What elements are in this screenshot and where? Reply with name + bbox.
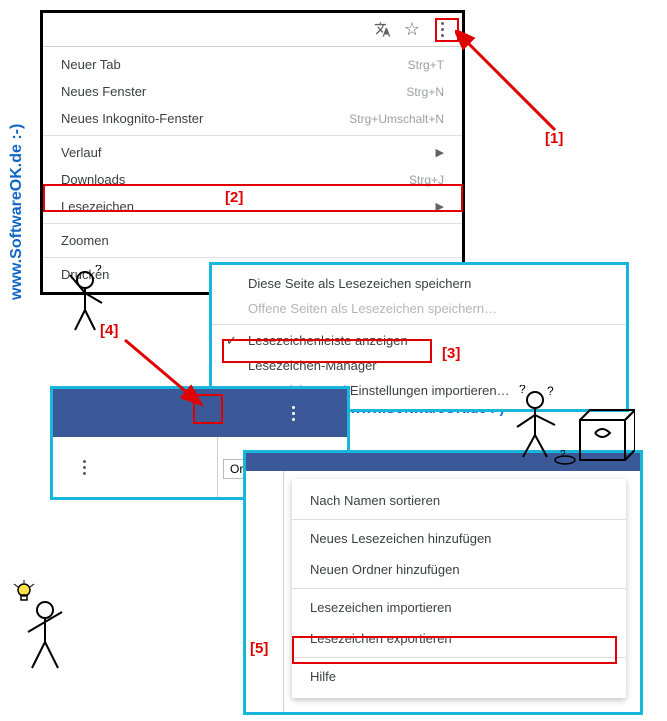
star-icon[interactable]: ☆: [400, 18, 424, 42]
step-label-1: [1]: [545, 130, 563, 147]
menu-item-downloads[interactable]: Downloads Strg+J: [43, 166, 462, 193]
svg-text:?: ?: [547, 385, 554, 398]
menu-separator: [212, 324, 626, 325]
organize-add-folder[interactable]: Neuen Ordner hinzufügen: [292, 554, 626, 585]
svg-text:?: ?: [560, 449, 566, 460]
menu-label: Zoomen: [61, 233, 109, 248]
organize-sidebar: [246, 471, 284, 712]
step-label-3: [3]: [442, 345, 460, 362]
arrow-1: [455, 30, 585, 140]
menu-item-bookmarks[interactable]: Lesezeichen ▶: [43, 193, 462, 220]
menu-shortcut: Strg+Umschalt+N: [349, 112, 444, 126]
chevron-right-icon: ▶: [436, 200, 444, 213]
menu-separator: [292, 588, 626, 589]
submenu-save-page[interactable]: Diese Seite als Lesezeichen speichern: [212, 271, 626, 296]
organize-sort[interactable]: Nach Namen sortieren: [292, 485, 626, 516]
figure-confused: ?: [60, 265, 120, 335]
menu-label: Neuer Tab: [61, 57, 121, 72]
organize-export[interactable]: Lesezeichen exportieren: [292, 623, 626, 654]
menu-shortcut: Strg+J: [409, 173, 444, 187]
organize-add-bookmark[interactable]: Neues Lesezeichen hinzufügen: [292, 523, 626, 554]
organize-context-menu: Nach Namen sortieren Neues Lesezeichen h…: [292, 479, 626, 698]
menu-separator: [292, 657, 626, 658]
organize-menu-window: Nach Namen sortieren Neues Lesezeichen h…: [243, 450, 643, 715]
bookmark-sidebar: [53, 437, 218, 497]
menu-dots-icon[interactable]: [430, 18, 454, 42]
menu-item-history[interactable]: Verlauf ▶: [43, 139, 462, 166]
menu-separator: [43, 135, 462, 136]
menu-label: Verlauf: [61, 145, 101, 160]
menu-item-new-tab[interactable]: Neuer Tab Strg+T: [43, 51, 462, 78]
menu-label: Neues Inkognito-Fenster: [61, 111, 203, 126]
menu-label: Neues Fenster: [61, 84, 146, 99]
organize-help[interactable]: Hilfe: [292, 661, 626, 692]
figure-idea: [10, 580, 80, 680]
menu-item-zoom[interactable]: Zoomen: [43, 227, 462, 254]
submenu-save-open: Offene Seiten als Lesezeichen speichern…: [212, 296, 626, 321]
menu-separator: [292, 519, 626, 520]
bookmark-manager-toolbar: [53, 389, 347, 437]
organize-button[interactable]: [279, 399, 307, 427]
drag-handle-icon[interactable]: [83, 460, 86, 475]
figure-box: ? ? ?: [505, 385, 635, 485]
step-label-2: [2]: [225, 189, 243, 206]
menu-shortcut: Strg+T: [408, 58, 444, 72]
menu-label: Downloads: [61, 172, 125, 187]
menu-shortcut: Strg+N: [406, 85, 444, 99]
toolbar: ☆: [43, 13, 462, 47]
submenu-show-bar[interactable]: ✓ Lesezeichenleiste anzeigen: [212, 328, 626, 353]
step-label-5: [5]: [250, 640, 268, 657]
svg-text:?: ?: [95, 265, 102, 276]
chevron-right-icon: ▶: [436, 146, 444, 159]
submenu-label: Lesezeichenleiste anzeigen: [248, 333, 408, 348]
submenu-manager[interactable]: Lesezeichen-Manager: [212, 353, 626, 378]
translate-icon[interactable]: [370, 18, 394, 42]
menu-separator: [43, 257, 462, 258]
watermark-vertical: www.SoftwareOK.de :-): [8, 124, 26, 300]
menu-separator: [43, 223, 462, 224]
organize-import[interactable]: Lesezeichen importieren: [292, 592, 626, 623]
menu-item-incognito[interactable]: Neues Inkognito-Fenster Strg+Umschalt+N: [43, 105, 462, 132]
chrome-main-menu: ☆ Neuer Tab Strg+T Neues Fenster Strg+N …: [40, 10, 465, 295]
menu-item-new-window[interactable]: Neues Fenster Strg+N: [43, 78, 462, 105]
menu-label: Lesezeichen: [61, 199, 134, 214]
check-icon: ✓: [226, 333, 237, 349]
svg-text:?: ?: [519, 385, 526, 396]
